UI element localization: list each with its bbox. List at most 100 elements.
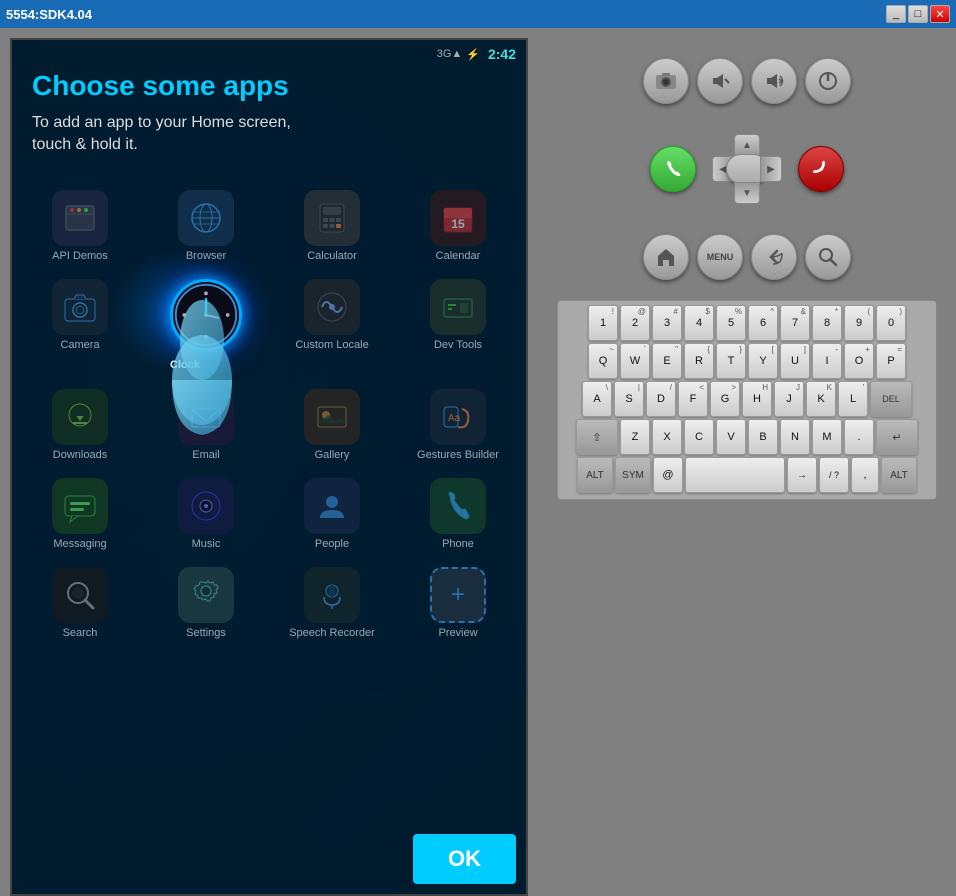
app-label: Preview <box>438 627 477 640</box>
list-item[interactable]: Messaging <box>17 470 143 559</box>
key-j[interactable]: JJ <box>774 381 804 417</box>
key-h[interactable]: HH <box>742 381 772 417</box>
key-space[interactable] <box>685 457 785 493</box>
clock-svg <box>173 280 239 350</box>
volume-up-button[interactable] <box>751 58 797 104</box>
key-l[interactable]: 'L <box>838 381 868 417</box>
dpad-right-button[interactable]: ▶ <box>760 156 782 182</box>
keyboard-row-bottom: ALT SYM @ → / ? , ALT <box>562 457 932 493</box>
home-hw-button[interactable] <box>643 234 689 280</box>
key-m[interactable]: M <box>812 419 842 455</box>
key-v[interactable]: V <box>716 419 746 455</box>
key-p[interactable]: =P <box>876 343 906 379</box>
key-d[interactable]: /D <box>646 381 676 417</box>
key-b[interactable]: B <box>748 419 778 455</box>
search-app-item[interactable]: Search <box>17 559 143 648</box>
clock-app-item[interactable]: Clock <box>143 271 269 381</box>
call-green-button[interactable] <box>650 146 696 192</box>
key-8[interactable]: *8 <box>812 305 842 341</box>
list-item[interactable]: API Demos <box>17 182 143 271</box>
key-o[interactable]: +O <box>844 343 874 379</box>
key-arrow[interactable]: → <box>787 457 817 493</box>
status-icons: 3G▲ ⚡ <box>437 48 480 61</box>
key-3[interactable]: #3 <box>652 305 682 341</box>
list-item[interactable]: Gallery <box>269 381 395 470</box>
end-call-button[interactable] <box>798 146 844 192</box>
dpad-down-button[interactable]: ▼ <box>734 182 760 204</box>
back-hw-button[interactable] <box>751 234 797 280</box>
key-n[interactable]: N <box>780 419 810 455</box>
key-7[interactable]: &7 <box>780 305 810 341</box>
speech-recorder-icon <box>304 567 360 623</box>
volume-down-button[interactable] <box>697 58 743 104</box>
key-t[interactable]: }T <box>716 343 746 379</box>
ok-button[interactable]: OK <box>413 834 516 884</box>
app-label: Phone <box>442 538 474 551</box>
close-button[interactable]: ✕ <box>930 5 950 23</box>
list-item[interactable]: Calculator <box>269 182 395 271</box>
dpad: ▲ ◀ ▶ ▼ <box>712 134 782 204</box>
key-1[interactable]: !1 <box>588 305 618 341</box>
key-g[interactable]: >G <box>710 381 740 417</box>
email-icon <box>178 389 234 445</box>
list-item[interactable]: Phone <box>395 470 521 559</box>
keyboard-row-qwerty: ~Q `W "E {R }T [Y ]U -I +O =P <box>562 343 932 379</box>
power-button[interactable] <box>805 58 851 104</box>
camera-hw-button[interactable] <box>643 58 689 104</box>
key-period[interactable]: . <box>844 419 874 455</box>
key-2[interactable]: @2 <box>620 305 650 341</box>
key-shift[interactable]: ⇧ <box>576 419 618 455</box>
app-label: Calculator <box>307 250 357 263</box>
key-z[interactable]: Z <box>620 419 650 455</box>
key-q[interactable]: ~Q <box>588 343 618 379</box>
svg-text:Aa: Aa <box>448 413 461 424</box>
right-panel: ▲ ◀ ▶ ▼ MENU <box>538 28 956 886</box>
key-f[interactable]: <F <box>678 381 708 417</box>
key-at[interactable]: @ <box>653 457 683 493</box>
key-9[interactable]: (9 <box>844 305 874 341</box>
list-item[interactable]: 15 Calendar <box>395 182 521 271</box>
maximize-button[interactable]: □ <box>908 5 928 23</box>
people-app-item[interactable]: People <box>269 470 395 559</box>
key-enter[interactable]: ↵ <box>876 419 918 455</box>
key-6[interactable]: ^6 <box>748 305 778 341</box>
menu-hw-button[interactable]: MENU <box>697 234 743 280</box>
gestures-builder-icon: Aa <box>430 389 486 445</box>
minimize-button[interactable]: _ <box>886 5 906 23</box>
list-item[interactable]: Downloads <box>17 381 143 470</box>
key-s[interactable]: |S <box>614 381 644 417</box>
key-c[interactable]: C <box>684 419 714 455</box>
key-comma[interactable]: , <box>851 457 879 493</box>
key-w[interactable]: `W <box>620 343 650 379</box>
key-alt-right[interactable]: ALT <box>881 457 917 493</box>
list-item[interactable]: Custom Locale <box>269 271 395 381</box>
key-4[interactable]: $4 <box>684 305 714 341</box>
key-sym[interactable]: SYM <box>615 457 651 493</box>
list-item[interactable]: Speech Recorder <box>269 559 395 648</box>
chooser-title: Choose some apps <box>32 70 506 102</box>
search-hw-button[interactable] <box>805 234 851 280</box>
list-item[interactable]: Aa Gestures Builder <box>395 381 521 470</box>
key-i[interactable]: -I <box>812 343 842 379</box>
key-slash-q[interactable]: / ? <box>819 457 849 493</box>
keyboard-row-zxcv: ⇧ Z X C V B N M . ↵ <box>562 419 932 455</box>
key-a[interactable]: \A <box>582 381 612 417</box>
custom-locale-icon <box>304 279 360 335</box>
key-r[interactable]: {R <box>684 343 714 379</box>
key-alt-left[interactable]: ALT <box>577 457 613 493</box>
key-k[interactable]: KK <box>806 381 836 417</box>
key-u[interactable]: ]U <box>780 343 810 379</box>
key-x[interactable]: X <box>652 419 682 455</box>
list-item[interactable]: Email <box>143 381 269 470</box>
key-e[interactable]: "E <box>652 343 682 379</box>
clock-label: Clock <box>170 359 200 371</box>
dpad-up-button[interactable]: ▲ <box>734 134 760 156</box>
key-0[interactable]: )0 <box>876 305 906 341</box>
key-5[interactable]: %5 <box>716 305 746 341</box>
list-item[interactable]: Music <box>143 470 269 559</box>
key-del[interactable]: DEL <box>870 381 912 417</box>
list-item[interactable]: Settings <box>143 559 269 648</box>
list-item[interactable]: + Preview <box>395 559 521 648</box>
key-y[interactable]: [Y <box>748 343 778 379</box>
list-item[interactable]: Dev Tools <box>395 271 521 381</box>
